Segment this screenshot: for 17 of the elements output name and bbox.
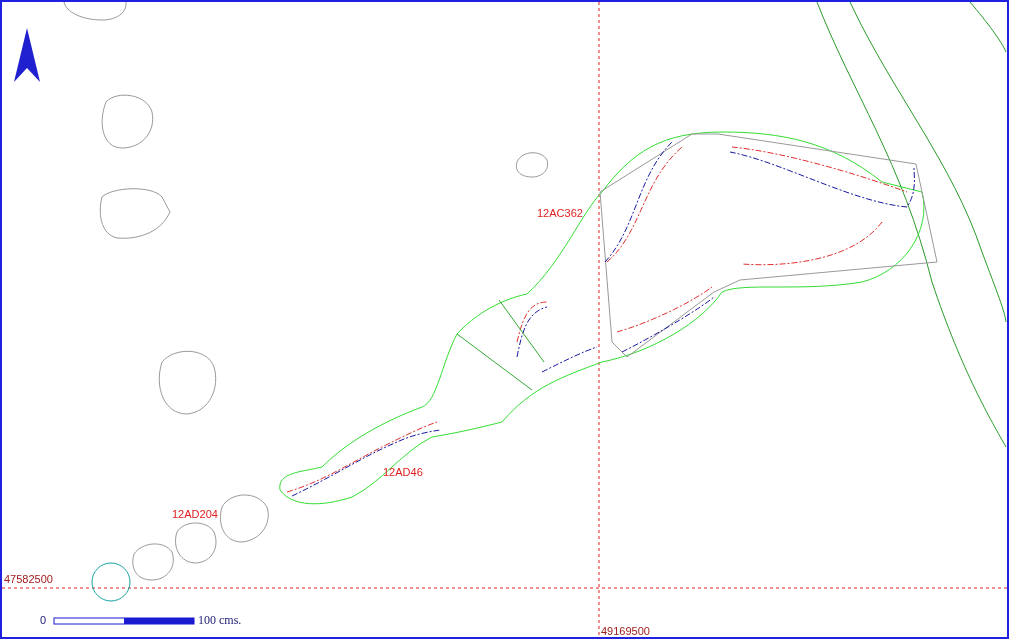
stone-outline (99, 188, 171, 239)
posthole-outline (91, 562, 131, 602)
northing-label: 47582500 (4, 573, 53, 585)
stone-outline (220, 494, 269, 543)
easting-label: 49169500 (601, 625, 650, 637)
scale-end-label: 100 cms. (198, 613, 242, 627)
stone-outline (175, 522, 217, 564)
stone-outline (158, 350, 217, 415)
stone-outline (63, 2, 127, 21)
stone-outline (515, 152, 549, 178)
scale-start-label: 0 (40, 614, 47, 626)
feature-label: 12AD204 (172, 508, 218, 520)
feature-label: 12AC362 (537, 207, 583, 219)
north-arrow-icon (14, 28, 40, 82)
stone-outline (132, 543, 174, 581)
stone-outline (101, 94, 154, 149)
feature-label: 12AD46 (383, 466, 423, 478)
